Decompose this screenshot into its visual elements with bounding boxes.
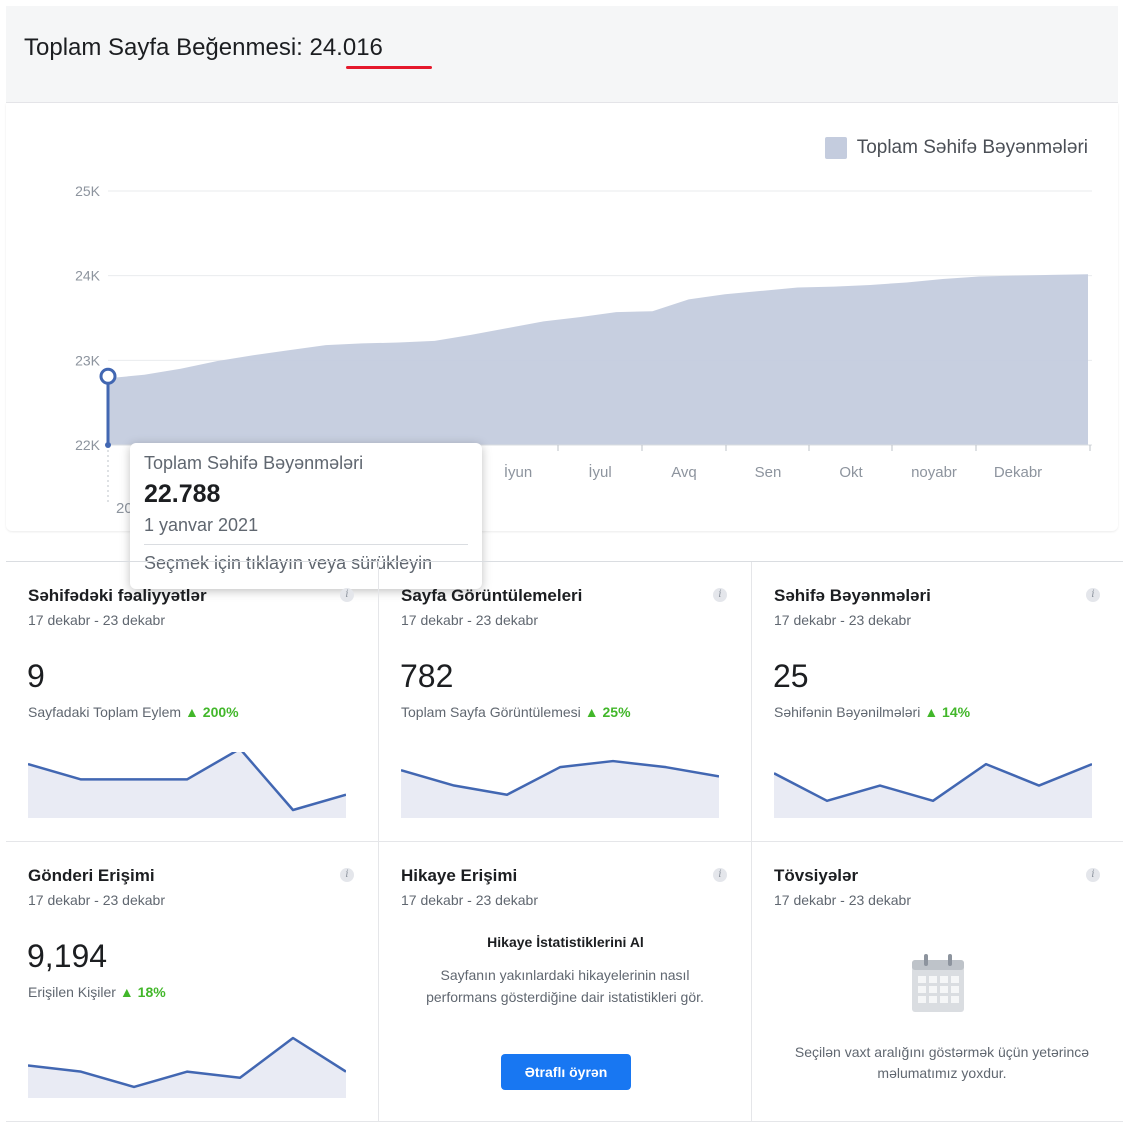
metric-label-text: Erişilen Kişiler — [28, 984, 116, 1000]
tooltip-value: 22.788 — [144, 480, 221, 508]
sparkline-area — [28, 1038, 346, 1098]
card-page-likes[interactable]: Səhifə Bəyənmələri i 17 dekabr - 23 deka… — [752, 562, 1123, 842]
trend-badge: ▲ 200% — [185, 704, 239, 720]
info-icon[interactable]: i — [1086, 588, 1100, 602]
series-area — [108, 274, 1088, 445]
chart-legend[interactable]: Toplam Səhifə Bəyənmələri — [824, 137, 1088, 159]
x-tick-label: İyun — [504, 463, 532, 481]
highlight-underline — [346, 66, 432, 69]
page-header: Toplam Sayfa Beğenmesi: 24.016 — [6, 6, 1118, 103]
card-page-views[interactable]: Sayfa Görüntülemeleri i 17 dekabr - 23 d… — [379, 562, 752, 842]
card-date-range: 17 dekabr - 23 dekabr — [774, 892, 911, 908]
likes-chart-card[interactable]: 25K 24K 23K 22K İyun İyul Avq Sen Okt noyabr Dekab… — [6, 103, 1118, 589]
x-tick-label: İyul — [588, 463, 611, 481]
info-icon[interactable]: i — [340, 868, 354, 882]
x-tick-label: Avq — [671, 464, 697, 481]
selection-point — [105, 442, 111, 448]
card-title: Sayfa Görüntülemeleri — [401, 586, 583, 605]
trend-badge: ▲ 14% — [924, 704, 971, 720]
card-title: Hikaye Erişimi — [401, 866, 518, 885]
sparkline-area — [401, 761, 719, 818]
card-date-range: 17 dekabr - 23 dekabr — [28, 892, 165, 908]
info-icon[interactable]: i — [1086, 868, 1100, 882]
metrics-grid: Səhifədəki fəaliyyətlər i 17 dekabr - 23… — [6, 561, 1123, 1122]
card-value: 9 — [27, 658, 45, 694]
card-date-range: 17 dekabr - 23 dekabr — [774, 612, 911, 628]
y-tick-label: 23K — [75, 352, 101, 368]
card-page-actions[interactable]: Səhifədəki fəaliyyətlər i 17 dekabr - 23… — [6, 562, 379, 842]
card-recommendations[interactable]: Tövsiyələr i 17 dekabr - 23 dekabr Seçil… — [752, 842, 1123, 1122]
info-icon[interactable]: i — [340, 588, 354, 602]
y-tick-label: 24K — [75, 268, 101, 284]
x-tick-label: Okt — [839, 464, 863, 481]
sparkline — [401, 759, 719, 818]
card-title: Gönderi Erişimi — [28, 866, 155, 885]
card-post-reach[interactable]: Gönderi Erişimi i 17 dekabr - 23 dekabr … — [6, 842, 379, 1122]
tooltip-date: 1 yanvar 2021 — [144, 515, 259, 535]
sparkline-area — [774, 764, 1092, 818]
metric-label-text: Səhifənin Bəyənilmələri — [774, 704, 921, 720]
selection-handle — [99, 367, 117, 385]
tooltip-title: Toplam Səhifə Bəyənmələri — [144, 453, 364, 473]
sparkline — [28, 752, 346, 818]
legend-label: Toplam Səhifə Bəyənmələri — [856, 137, 1088, 158]
sparkline — [28, 1036, 346, 1098]
card-value: 25 — [773, 658, 809, 694]
story-insights-text: Sayfanın yakınlardaki hikayelerinin nası… — [426, 967, 704, 1005]
trend-badge: ▲ 18% — [119, 984, 166, 1000]
y-tick-label: 22K — [75, 437, 101, 453]
info-icon[interactable]: i — [713, 588, 727, 602]
card-metric-label: Səhifənin Bəyənilmələri ▲ 14% — [774, 704, 970, 720]
page-title: Toplam Sayfa Beğenmesi: 24.016 — [24, 34, 383, 62]
trend-badge: ▲ 25% — [584, 704, 631, 720]
card-title: Səhifə Bəyənmələri — [774, 586, 931, 605]
sparkline — [774, 762, 1092, 818]
card-metric-label: Sayfadaki Toplam Eylem ▲ 200% — [28, 704, 239, 720]
card-value: 9,194 — [27, 938, 108, 974]
card-date-range: 17 dekabr - 23 dekabr — [28, 612, 165, 628]
y-tick-label: 25K — [75, 183, 101, 199]
card-metric-label: Toplam Sayfa Görüntülemesi ▲ 25% — [401, 704, 631, 720]
x-tick-label: noyabr — [911, 464, 957, 481]
x-tick-label: Sen — [755, 464, 782, 481]
card-story-reach[interactable]: Hikaye Erişimi i 17 dekabr - 23 dekabr H… — [379, 842, 752, 1122]
calendar-icon — [912, 954, 964, 1012]
card-title: Səhifədəki fəaliyyətlər — [28, 586, 207, 605]
legend-swatch — [824, 137, 847, 159]
story-insights-heading: Hikaye İstatistiklerini Al — [487, 934, 644, 950]
card-title: Tövsiyələr — [774, 866, 859, 885]
learn-more-button[interactable]: Ətraflı öyrən — [501, 1054, 631, 1090]
card-date-range: 17 dekabr - 23 dekabr — [401, 892, 538, 908]
info-icon[interactable]: i — [713, 868, 727, 882]
card-date-range: 17 dekabr - 23 dekabr — [401, 612, 538, 628]
metric-label-text: Sayfadaki Toplam Eylem — [28, 704, 182, 720]
card-value: 782 — [400, 658, 454, 694]
total-likes-value: 24.016 — [309, 34, 383, 61]
no-data-message: Seçilən vaxt aralığını göstərmək üçün ye… — [794, 1044, 1090, 1081]
metric-label-text: Toplam Sayfa Görüntülemesi — [401, 704, 581, 720]
tooltip-divider — [144, 544, 468, 545]
page-title-label: Toplam Sayfa Beğenmesi: — [24, 34, 310, 61]
card-metric-label: Erişilen Kişiler ▲ 18% — [28, 984, 166, 1000]
x-tick-label: Dekabr — [994, 464, 1042, 481]
